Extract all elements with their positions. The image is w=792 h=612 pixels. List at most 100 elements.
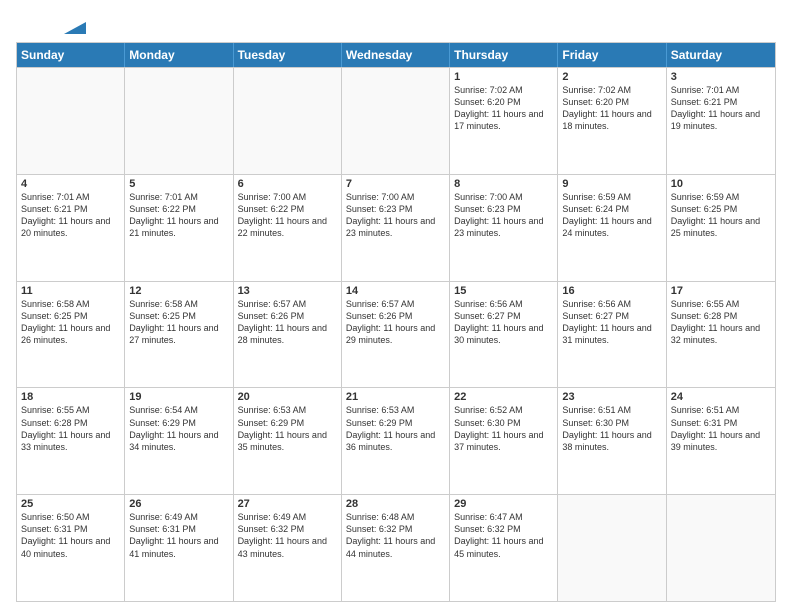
day-info: Sunrise: 6:59 AM Sunset: 6:24 PM Dayligh… (562, 191, 661, 240)
day-number: 21 (346, 391, 445, 403)
calendar-cell: 20Sunrise: 6:53 AM Sunset: 6:29 PM Dayli… (234, 388, 342, 494)
day-info: Sunrise: 6:58 AM Sunset: 6:25 PM Dayligh… (129, 298, 228, 347)
day-number: 20 (238, 391, 337, 403)
calendar-cell: 5Sunrise: 7:01 AM Sunset: 6:22 PM Daylig… (125, 175, 233, 281)
calendar-cell: 10Sunrise: 6:59 AM Sunset: 6:25 PM Dayli… (667, 175, 775, 281)
calendar-header-cell: Friday (558, 43, 666, 67)
day-info: Sunrise: 6:56 AM Sunset: 6:27 PM Dayligh… (562, 298, 661, 347)
day-number: 3 (671, 71, 771, 83)
calendar-cell (125, 68, 233, 174)
day-number: 9 (562, 178, 661, 190)
day-number: 2 (562, 71, 661, 83)
calendar-cell: 12Sunrise: 6:58 AM Sunset: 6:25 PM Dayli… (125, 282, 233, 388)
calendar-cell: 29Sunrise: 6:47 AM Sunset: 6:32 PM Dayli… (450, 495, 558, 601)
day-info: Sunrise: 6:51 AM Sunset: 6:30 PM Dayligh… (562, 404, 661, 453)
calendar-week-row: 4Sunrise: 7:01 AM Sunset: 6:21 PM Daylig… (17, 174, 775, 281)
day-info: Sunrise: 6:52 AM Sunset: 6:30 PM Dayligh… (454, 404, 553, 453)
day-number: 28 (346, 498, 445, 510)
day-info: Sunrise: 7:00 AM Sunset: 6:23 PM Dayligh… (346, 191, 445, 240)
day-info: Sunrise: 6:54 AM Sunset: 6:29 PM Dayligh… (129, 404, 228, 453)
page-header (16, 16, 776, 34)
calendar-header-row: SundayMondayTuesdayWednesdayThursdayFrid… (17, 43, 775, 67)
day-number: 6 (238, 178, 337, 190)
calendar-cell: 9Sunrise: 6:59 AM Sunset: 6:24 PM Daylig… (558, 175, 666, 281)
day-number: 17 (671, 285, 771, 297)
day-number: 10 (671, 178, 771, 190)
day-number: 18 (21, 391, 120, 403)
day-info: Sunrise: 6:53 AM Sunset: 6:29 PM Dayligh… (238, 404, 337, 453)
day-number: 27 (238, 498, 337, 510)
day-info: Sunrise: 6:48 AM Sunset: 6:32 PM Dayligh… (346, 511, 445, 560)
day-number: 24 (671, 391, 771, 403)
calendar-cell: 15Sunrise: 6:56 AM Sunset: 6:27 PM Dayli… (450, 282, 558, 388)
calendar-cell: 14Sunrise: 6:57 AM Sunset: 6:26 PM Dayli… (342, 282, 450, 388)
calendar-header-cell: Thursday (450, 43, 558, 67)
day-info: Sunrise: 7:02 AM Sunset: 6:20 PM Dayligh… (454, 84, 553, 133)
day-info: Sunrise: 6:50 AM Sunset: 6:31 PM Dayligh… (21, 511, 120, 560)
calendar-cell (342, 68, 450, 174)
calendar-header-cell: Sunday (17, 43, 125, 67)
day-info: Sunrise: 6:51 AM Sunset: 6:31 PM Dayligh… (671, 404, 771, 453)
day-info: Sunrise: 6:49 AM Sunset: 6:32 PM Dayligh… (238, 511, 337, 560)
day-info: Sunrise: 6:58 AM Sunset: 6:25 PM Dayligh… (21, 298, 120, 347)
day-number: 5 (129, 178, 228, 190)
calendar-week-row: 11Sunrise: 6:58 AM Sunset: 6:25 PM Dayli… (17, 281, 775, 388)
day-info: Sunrise: 6:55 AM Sunset: 6:28 PM Dayligh… (671, 298, 771, 347)
day-number: 23 (562, 391, 661, 403)
calendar: SundayMondayTuesdayWednesdayThursdayFrid… (16, 42, 776, 602)
calendar-header-cell: Monday (125, 43, 233, 67)
calendar-cell: 26Sunrise: 6:49 AM Sunset: 6:31 PM Dayli… (125, 495, 233, 601)
day-info: Sunrise: 7:01 AM Sunset: 6:21 PM Dayligh… (671, 84, 771, 133)
day-info: Sunrise: 7:00 AM Sunset: 6:22 PM Dayligh… (238, 191, 337, 240)
day-number: 22 (454, 391, 553, 403)
day-info: Sunrise: 6:56 AM Sunset: 6:27 PM Dayligh… (454, 298, 553, 347)
day-info: Sunrise: 6:59 AM Sunset: 6:25 PM Dayligh… (671, 191, 771, 240)
calendar-cell: 3Sunrise: 7:01 AM Sunset: 6:21 PM Daylig… (667, 68, 775, 174)
day-info: Sunrise: 6:57 AM Sunset: 6:26 PM Dayligh… (238, 298, 337, 347)
calendar-cell: 19Sunrise: 6:54 AM Sunset: 6:29 PM Dayli… (125, 388, 233, 494)
day-info: Sunrise: 6:55 AM Sunset: 6:28 PM Dayligh… (21, 404, 120, 453)
calendar-cell (667, 495, 775, 601)
calendar-cell: 4Sunrise: 7:01 AM Sunset: 6:21 PM Daylig… (17, 175, 125, 281)
calendar-cell: 16Sunrise: 6:56 AM Sunset: 6:27 PM Dayli… (558, 282, 666, 388)
calendar-cell: 2Sunrise: 7:02 AM Sunset: 6:20 PM Daylig… (558, 68, 666, 174)
day-info: Sunrise: 6:49 AM Sunset: 6:31 PM Dayligh… (129, 511, 228, 560)
calendar-cell: 28Sunrise: 6:48 AM Sunset: 6:32 PM Dayli… (342, 495, 450, 601)
calendar-cell: 23Sunrise: 6:51 AM Sunset: 6:30 PM Dayli… (558, 388, 666, 494)
logo (16, 16, 86, 34)
calendar-body: 1Sunrise: 7:02 AM Sunset: 6:20 PM Daylig… (17, 67, 775, 601)
calendar-header-cell: Tuesday (234, 43, 342, 67)
day-number: 7 (346, 178, 445, 190)
day-number: 25 (21, 498, 120, 510)
calendar-cell (17, 68, 125, 174)
calendar-week-row: 25Sunrise: 6:50 AM Sunset: 6:31 PM Dayli… (17, 494, 775, 601)
calendar-cell (234, 68, 342, 174)
day-number: 29 (454, 498, 553, 510)
calendar-cell: 27Sunrise: 6:49 AM Sunset: 6:32 PM Dayli… (234, 495, 342, 601)
day-info: Sunrise: 7:01 AM Sunset: 6:21 PM Dayligh… (21, 191, 120, 240)
day-number: 4 (21, 178, 120, 190)
day-number: 13 (238, 285, 337, 297)
calendar-cell: 6Sunrise: 7:00 AM Sunset: 6:22 PM Daylig… (234, 175, 342, 281)
day-number: 26 (129, 498, 228, 510)
day-info: Sunrise: 6:53 AM Sunset: 6:29 PM Dayligh… (346, 404, 445, 453)
calendar-header-cell: Saturday (667, 43, 775, 67)
day-info: Sunrise: 7:02 AM Sunset: 6:20 PM Dayligh… (562, 84, 661, 133)
calendar-header-cell: Wednesday (342, 43, 450, 67)
day-info: Sunrise: 7:00 AM Sunset: 6:23 PM Dayligh… (454, 191, 553, 240)
calendar-cell: 1Sunrise: 7:02 AM Sunset: 6:20 PM Daylig… (450, 68, 558, 174)
calendar-cell: 17Sunrise: 6:55 AM Sunset: 6:28 PM Dayli… (667, 282, 775, 388)
calendar-cell (558, 495, 666, 601)
calendar-cell: 21Sunrise: 6:53 AM Sunset: 6:29 PM Dayli… (342, 388, 450, 494)
calendar-cell: 22Sunrise: 6:52 AM Sunset: 6:30 PM Dayli… (450, 388, 558, 494)
calendar-cell: 25Sunrise: 6:50 AM Sunset: 6:31 PM Dayli… (17, 495, 125, 601)
day-number: 15 (454, 285, 553, 297)
calendar-cell: 24Sunrise: 6:51 AM Sunset: 6:31 PM Dayli… (667, 388, 775, 494)
calendar-week-row: 1Sunrise: 7:02 AM Sunset: 6:20 PM Daylig… (17, 67, 775, 174)
day-number: 16 (562, 285, 661, 297)
day-number: 19 (129, 391, 228, 403)
day-number: 12 (129, 285, 228, 297)
calendar-cell: 11Sunrise: 6:58 AM Sunset: 6:25 PM Dayli… (17, 282, 125, 388)
day-info: Sunrise: 6:57 AM Sunset: 6:26 PM Dayligh… (346, 298, 445, 347)
logo-icon (64, 12, 86, 34)
